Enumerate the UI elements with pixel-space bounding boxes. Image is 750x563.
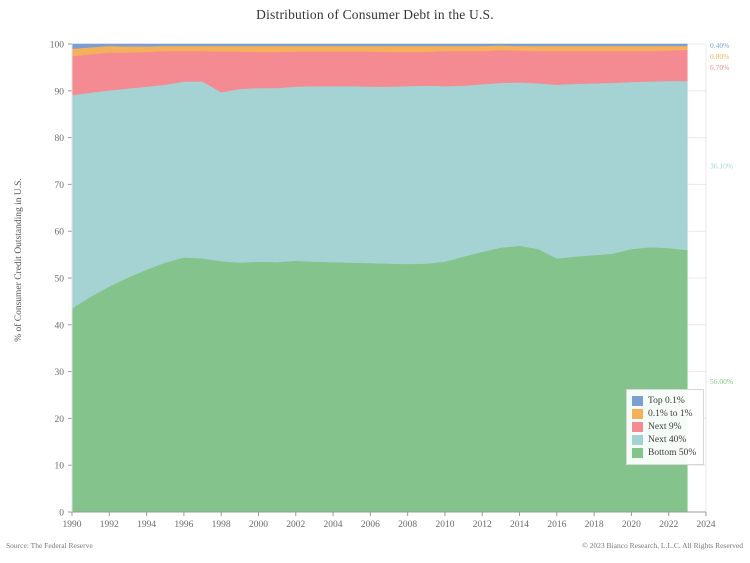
svg-text:2014: 2014 (510, 520, 529, 530)
source-note: Source: The Federal Reserve (6, 541, 93, 550)
legend-label: 0.1% to 1% (648, 408, 693, 419)
svg-text:90: 90 (55, 87, 65, 97)
svg-text:100: 100 (50, 41, 65, 51)
svg-text:2012: 2012 (473, 520, 492, 530)
end-label: 56.00% (710, 377, 733, 386)
svg-text:2020: 2020 (622, 520, 641, 530)
end-label: 0.40% (710, 41, 729, 50)
legend-swatch-icon (632, 395, 643, 406)
legend-swatch-icon (632, 408, 643, 419)
legend-label: Bottom 50% (648, 447, 697, 458)
svg-text:1992: 1992 (100, 520, 119, 530)
legend-item[interactable]: Bottom 50% (632, 446, 696, 459)
svg-text:2016: 2016 (547, 520, 566, 530)
svg-text:70: 70 (55, 181, 65, 191)
svg-text:1994: 1994 (137, 520, 156, 530)
legend-label: Next 40% (648, 434, 687, 445)
svg-text:2022: 2022 (659, 520, 678, 530)
legend-swatch-icon (632, 434, 643, 445)
svg-text:2006: 2006 (361, 520, 380, 530)
svg-text:40: 40 (55, 321, 65, 331)
legend-swatch-icon (632, 447, 643, 458)
legend: Top 0.1% 0.1% to 1% Next 9% Next 40% Bottom … (626, 389, 705, 465)
svg-text:2010: 2010 (435, 520, 454, 530)
svg-text:50: 50 (55, 275, 65, 285)
x-axis-ticks: 1990 1992 1994 1996 1998 2000 2002 2004 2006 2008… (63, 512, 716, 530)
svg-text:60: 60 (55, 228, 65, 238)
svg-text:30: 30 (55, 368, 65, 378)
svg-text:10: 10 (55, 462, 65, 472)
svg-text:2002: 2002 (286, 520, 305, 530)
end-label: 6.70% (710, 63, 729, 72)
svg-text:2024: 2024 (697, 520, 716, 530)
svg-text:1998: 1998 (212, 520, 231, 530)
svg-text:80: 80 (55, 134, 65, 144)
svg-text:1996: 1996 (174, 520, 193, 530)
end-label: 36.10% (710, 161, 733, 170)
legend-item[interactable]: Next 9% (632, 420, 696, 433)
svg-text:0: 0 (59, 509, 64, 519)
legend-item[interactable]: Top 0.1% (632, 394, 696, 407)
end-value-labels: 0.40% 0.80% 6.70% 36.10% 56.00% (710, 41, 733, 386)
legend-item[interactable]: Next 40% (632, 433, 696, 446)
svg-text:2008: 2008 (398, 520, 417, 530)
legend-item[interactable]: 0.1% to 1% (632, 407, 696, 420)
stacked-area-chart: 0102030405060708090100 1990 1992 1994 1996 1… (50, 41, 733, 531)
svg-text:2004: 2004 (324, 520, 343, 530)
legend-label: Next 9% (648, 421, 682, 432)
svg-text:2000: 2000 (249, 520, 268, 530)
legend-label: Top 0.1% (648, 395, 685, 406)
svg-text:1990: 1990 (63, 520, 82, 530)
area-series-group (71, 43, 688, 513)
area-bottom-50- (71, 245, 688, 513)
end-label: 0.80% (710, 52, 729, 61)
legend-swatch-icon (632, 421, 643, 432)
y-axis-ticks: 0 10 20 30 40 50 60 70 80 90 100 (50, 41, 72, 519)
svg-text:20: 20 (55, 415, 65, 425)
copyright-note: © 2023 Bianco Research, L.L.C. All Right… (582, 541, 743, 550)
chart-page: Distribution of Consumer Debt in the U.S… (0, 0, 750, 563)
svg-text:2018: 2018 (585, 520, 604, 530)
